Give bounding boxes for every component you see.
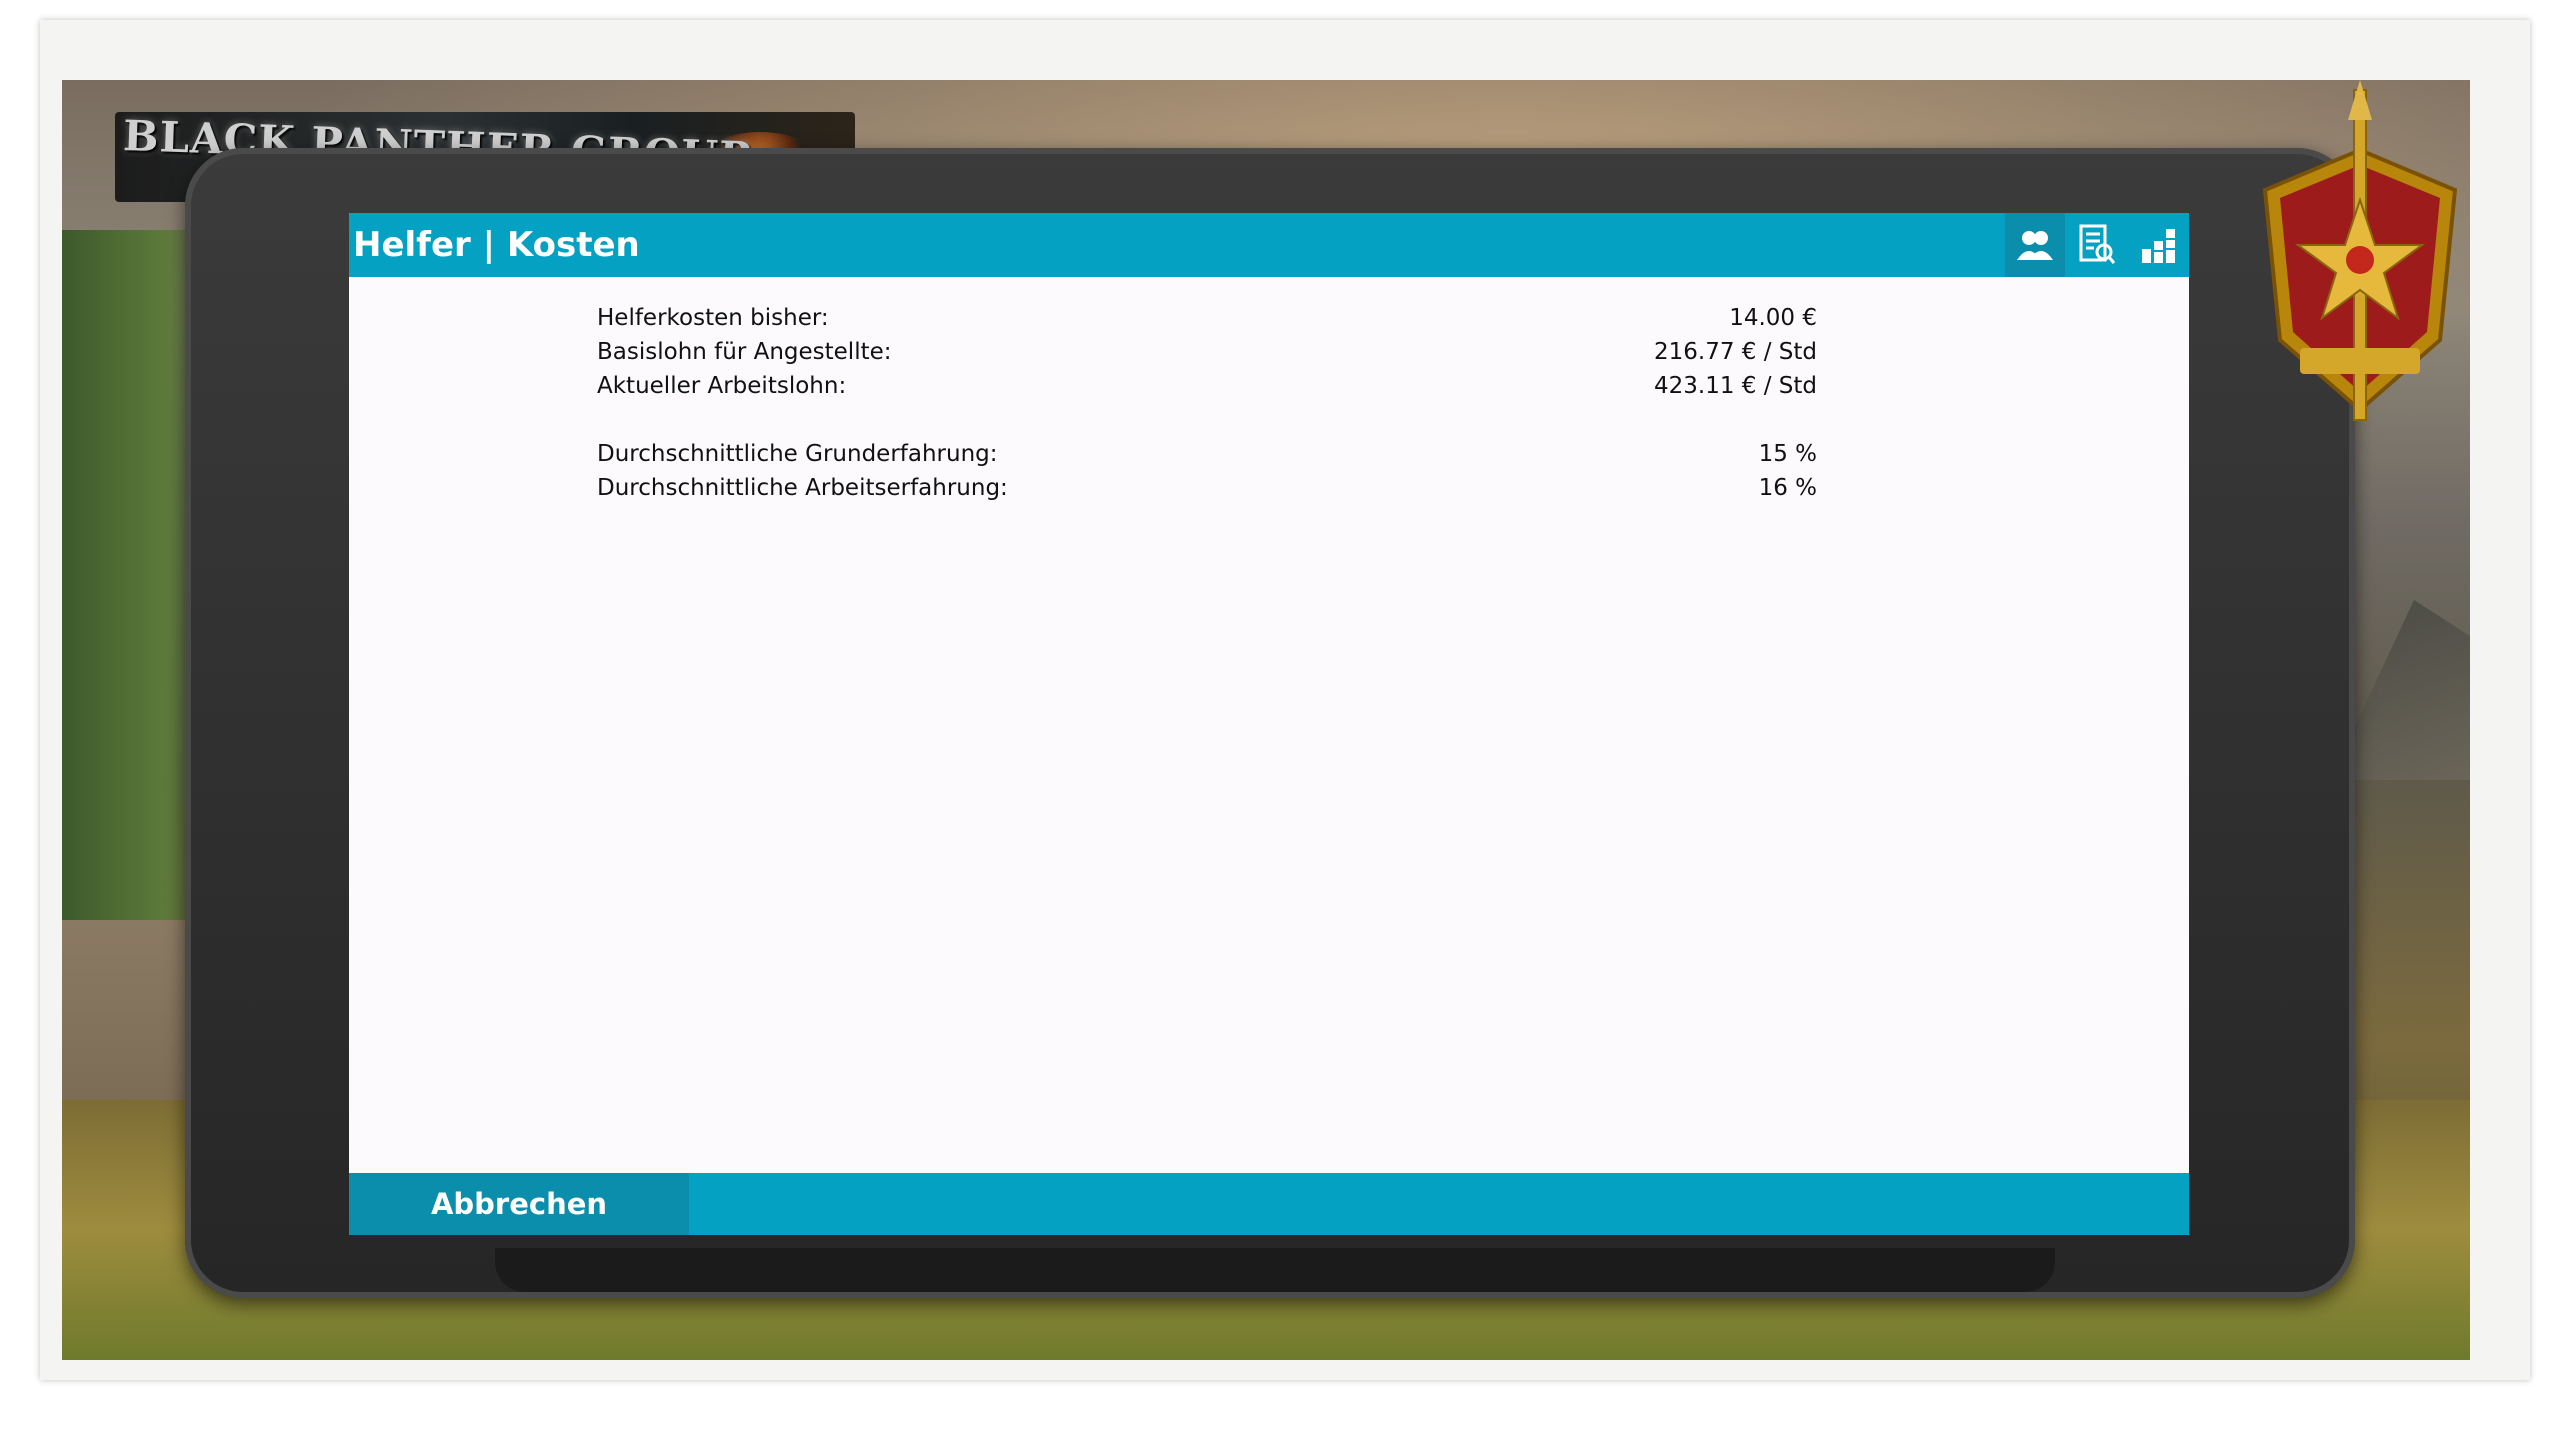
helpers-icon: [2017, 231, 2053, 260]
row-value: 16 %: [1758, 475, 1817, 501]
tablet-bottom-edge: [495, 1248, 2055, 1292]
dialog-footer: Abbrechen: [349, 1173, 2189, 1235]
tab-helpers[interactable]: [2005, 213, 2065, 277]
row-label: Helferkosten bisher:: [597, 305, 829, 331]
cost-info-list: Helferkosten bisher: 14.00 € Basislohn f…: [597, 305, 1817, 509]
costs-document-icon: [2079, 224, 2116, 264]
row-value: 14.00 €: [1729, 305, 1817, 331]
row-label: Durchschnittliche Arbeitserfahrung:: [597, 475, 1008, 501]
row-value: 423.11 € / Std: [1653, 373, 1817, 399]
page-title: Helfer | Kosten: [353, 225, 640, 265]
emblem-badge-icon: [2262, 80, 2458, 421]
list-item: Basislohn für Angestellte: 216.77 € / St…: [597, 339, 1817, 373]
row-value: 216.77 € / Std: [1653, 339, 1817, 365]
helper-costs-dialog: Helfer | Kosten Helferkosten bisher: 14.…: [349, 213, 2189, 1235]
row-label: Basislohn für Angestellte:: [597, 339, 892, 365]
list-item: Helferkosten bisher: 14.00 €: [597, 305, 1817, 339]
row-label: Durchschnittliche Grunderfahrung:: [597, 441, 998, 467]
list-item: Aktueller Arbeitslohn: 423.11 € / Std: [597, 373, 1817, 407]
cancel-button[interactable]: Abbrechen: [349, 1173, 689, 1235]
statistics-icon: [2142, 229, 2175, 263]
list-item: Durchschnittliche Grunderfahrung: 15 %: [597, 441, 1817, 475]
tab-statistics[interactable]: [2129, 213, 2189, 277]
row-value: 15 %: [1758, 441, 1817, 467]
dialog-header: Helfer | Kosten: [349, 213, 2189, 277]
row-label: Aktueller Arbeitslohn:: [597, 373, 847, 399]
list-item: Durchschnittliche Arbeitserfahrung: 16 %: [597, 475, 1817, 509]
tab-costs[interactable]: [2067, 213, 2127, 277]
